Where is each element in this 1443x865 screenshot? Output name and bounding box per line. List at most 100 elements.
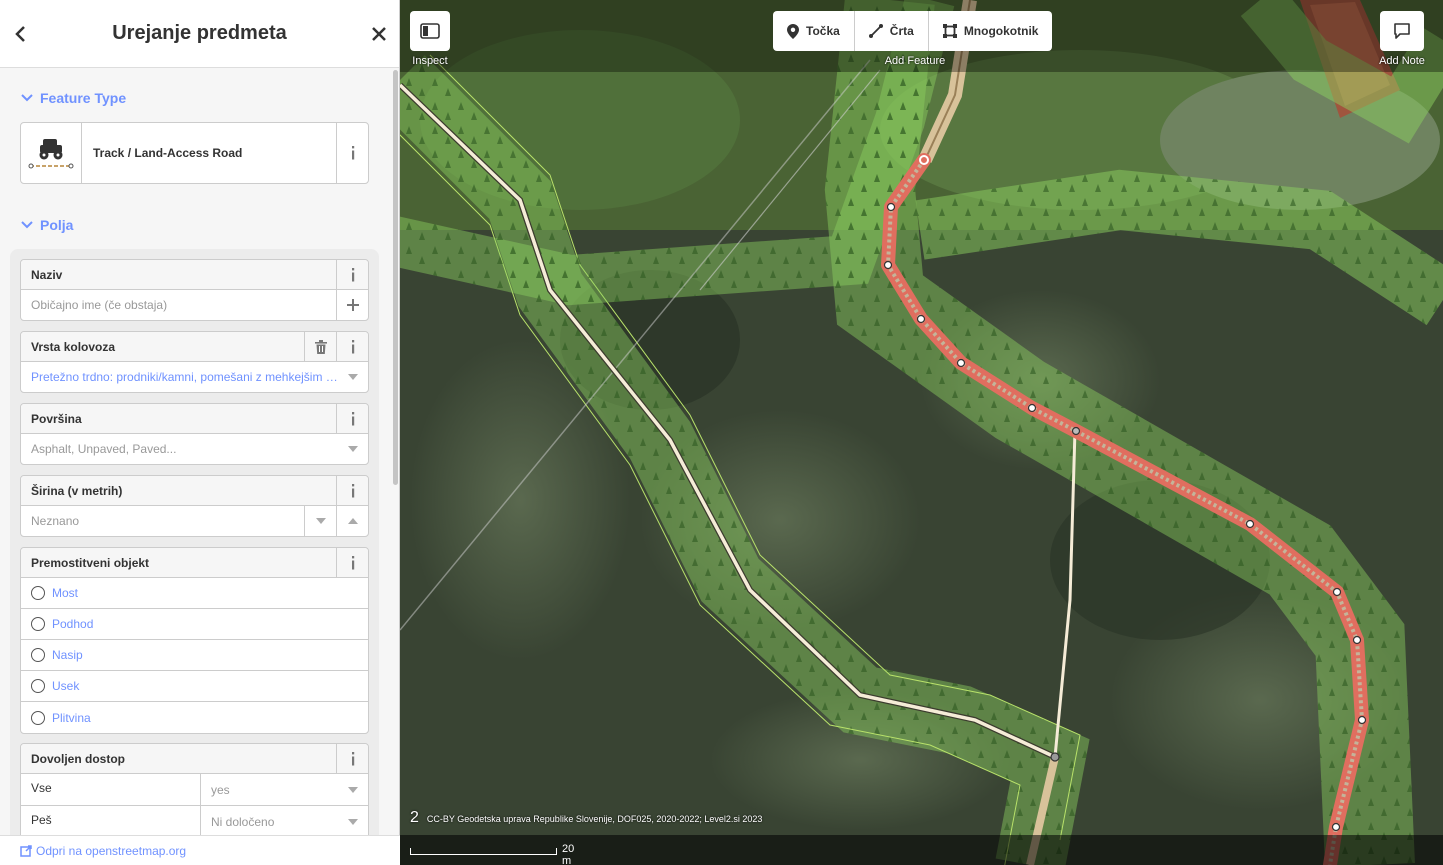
track-vehicle-icon <box>28 139 74 169</box>
caret-down-icon <box>348 786 358 793</box>
inspect-button[interactable] <box>410 11 450 51</box>
access-value: Ni določeno <box>211 814 275 829</box>
radio-option-podhod[interactable]: Podhod <box>21 609 368 640</box>
tracktype-info-button[interactable] <box>336 331 368 362</box>
access-value-combo[interactable]: Ni določeno <box>201 806 368 835</box>
chevron-down-icon <box>21 221 33 229</box>
scale-bar[interactable]: 20 m <box>410 843 574 865</box>
sidebar-header: Urejanje predmeta <box>0 0 399 68</box>
view-on-osm-link[interactable]: Odpri na openstreetmap.org <box>20 844 186 858</box>
imagery-offset: 2 <box>410 809 419 826</box>
structure-info-button[interactable] <box>336 547 368 578</box>
decrement-button[interactable] <box>304 506 336 536</box>
add-note-button[interactable] <box>1380 11 1424 51</box>
name-info-button[interactable] <box>336 259 368 290</box>
scale-label: 20 m <box>562 843 575 865</box>
attribution-text: CC-BY Geodetska uprava Republike Sloveni… <box>426 814 763 824</box>
fields-container: Naziv Običajno ime (če obstaja) Vrsta ko… <box>10 249 379 835</box>
structure-field: Premostitveni objekt Most Podhod Nasip U… <box>20 547 369 734</box>
width-field: Širina (v metrih) Neznano <box>20 475 369 537</box>
radio-icon <box>31 648 45 662</box>
note-icon <box>1394 23 1410 39</box>
scrollbar-thumb[interactable] <box>393 70 398 485</box>
caret-down-icon[interactable] <box>338 362 368 392</box>
surface-field-label: Površina <box>31 411 82 426</box>
width-field-label: Širina (v metrih) <box>31 483 123 498</box>
info-icon <box>351 339 354 353</box>
preset-selector[interactable]: Track / Land-Access Road <box>20 122 369 184</box>
info-icon <box>351 555 354 569</box>
fields-section-toggle[interactable]: Polja <box>20 217 73 233</box>
add-feature-group: Točka Črta Mnogokotnik <box>773 11 1053 51</box>
caret-up-icon <box>347 518 358 524</box>
surface-info-button[interactable] <box>336 403 368 434</box>
radio-icon <box>31 586 45 600</box>
add-localized-name-button[interactable] <box>336 290 368 320</box>
add-area-label: Mnogokotnik <box>963 24 1039 38</box>
info-icon <box>351 411 354 425</box>
caret-down-icon[interactable] <box>338 434 368 464</box>
radio-icon <box>31 617 45 631</box>
add-line-label: Črta <box>889 24 914 38</box>
tracktype-field-label: Vrsta kolovoza <box>31 339 116 354</box>
chevron-down-icon <box>21 94 33 102</box>
access-row-all: Vse yes <box>21 774 368 806</box>
radio-label: Plitvina <box>52 710 91 725</box>
access-info-button[interactable] <box>336 743 368 774</box>
preset-icon-box <box>21 123 82 183</box>
radio-icon <box>31 679 45 693</box>
info-icon <box>351 146 354 160</box>
name-input[interactable]: Običajno ime (če obstaja) <box>21 298 336 312</box>
add-point-button[interactable]: Točka <box>773 11 855 51</box>
width-info-button[interactable] <box>336 475 368 506</box>
access-value: yes <box>211 782 230 797</box>
access-field-label: Dovoljen dostop <box>31 751 125 766</box>
close-icon <box>372 27 386 41</box>
inspect-label: Inspect <box>412 55 448 67</box>
line-icon <box>868 24 883 38</box>
sidebar-toggle-icon <box>420 23 440 39</box>
imagery-attribution: 2 CC-BY Geodetska uprava Republike Slove… <box>410 809 762 827</box>
radio-option-usek[interactable]: Usek <box>21 671 368 702</box>
trash-icon <box>314 339 327 354</box>
name-field: Naziv Običajno ime (če obstaja) <box>20 259 369 321</box>
tracktype-combo[interactable]: Pretežno trdno: prodniki/kamni, pomešani… <box>21 370 338 384</box>
preset-info-button[interactable] <box>336 123 368 183</box>
view-on-osm-label: Odpri na openstreetmap.org <box>36 843 187 858</box>
external-link-icon <box>20 844 32 857</box>
add-line-button[interactable]: Črta <box>855 11 929 51</box>
increment-button[interactable] <box>336 506 368 536</box>
tracktype-delete-button[interactable] <box>304 331 336 362</box>
sidebar-scrollbar[interactable] <box>392 68 400 488</box>
preset-name[interactable]: Track / Land-Access Road <box>82 123 336 183</box>
radio-label: Most <box>52 586 79 600</box>
radio-option-nasip[interactable]: Nasip <box>21 640 368 671</box>
radio-option-most[interactable]: Most <box>21 578 368 609</box>
radio-label: Usek <box>52 679 80 693</box>
add-point-label: Točka <box>806 24 840 38</box>
add-area-button[interactable]: Mnogokotnik <box>929 11 1053 51</box>
close-button[interactable] <box>369 24 389 44</box>
access-field: Dovoljen dostop Vse yes Peš Ni določeno <box>20 743 369 835</box>
surface-field: Površina Asphalt, Unpaved, Paved... <box>20 403 369 465</box>
info-icon <box>351 751 354 765</box>
feature-type-section-toggle[interactable]: Feature Type <box>20 90 126 106</box>
radio-label: Podhod <box>52 617 94 631</box>
map-canvas[interactable]: Inspect Točka Črta Mnogokotnik Add Featu… <box>400 0 1443 865</box>
sidebar-body: Feature Type Track / Land-Access Road Po… <box>0 68 392 835</box>
radio-option-plitvina[interactable]: Plitvina <box>21 702 368 733</box>
sidebar: Urejanje predmeta Feature Type Track / L… <box>0 0 400 865</box>
radio-label: Nasip <box>52 648 83 662</box>
width-input[interactable]: Neznano <box>21 514 304 528</box>
add-feature-label: Add Feature <box>884 55 946 67</box>
access-value-combo[interactable]: yes <box>201 774 368 805</box>
structure-field-label: Premostitveni objekt <box>31 555 150 570</box>
info-icon <box>351 483 354 497</box>
access-key: Peš <box>21 806 201 835</box>
page-title: Urejanje predmeta <box>112 22 287 44</box>
access-row-foot: Peš Ni določeno <box>21 806 368 835</box>
aerial-imagery <box>400 0 1443 865</box>
point-icon <box>787 23 799 39</box>
surface-combo[interactable]: Asphalt, Unpaved, Paved... <box>21 442 338 456</box>
plus-icon <box>346 299 359 311</box>
